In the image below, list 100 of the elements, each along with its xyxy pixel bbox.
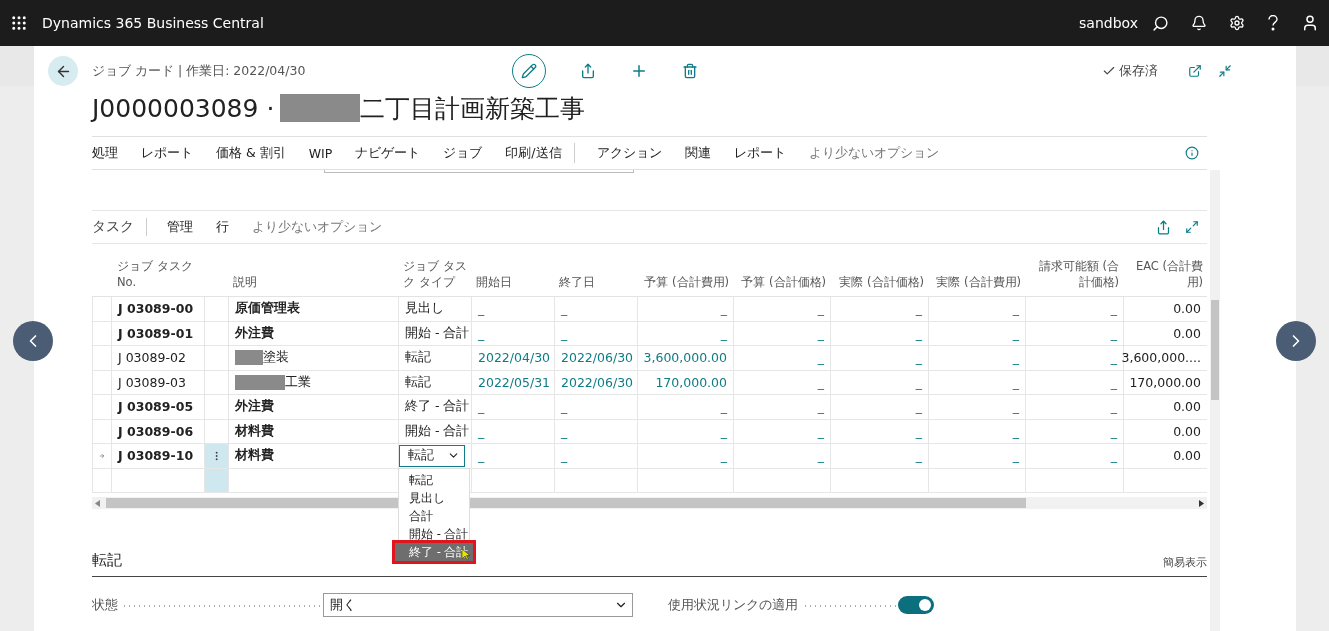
empty-value-link[interactable]: _ — [733, 321, 830, 346]
help-icon[interactable] — [1267, 15, 1279, 31]
empty-value-link[interactable]: _ — [928, 346, 1025, 371]
value-link[interactable]: 2022/05/31 — [471, 370, 554, 395]
empty-value-link[interactable]: _ — [554, 321, 637, 346]
action-menu-item[interactable]: 処理 — [92, 144, 118, 162]
empty-value-link[interactable]: _ — [471, 297, 554, 322]
expand-icon[interactable] — [1185, 220, 1199, 234]
empty-value-link[interactable]: _ — [1025, 395, 1123, 420]
column-header: ジョブ タスク タイプ — [398, 244, 471, 297]
account-icon[interactable] — [1301, 14, 1319, 32]
info-icon[interactable] — [1185, 146, 1199, 160]
empty-value-link[interactable]: _ — [554, 419, 637, 444]
part-action[interactable]: 管理 — [167, 218, 193, 236]
empty-value-link[interactable]: _ — [471, 395, 554, 420]
empty-value-link[interactable]: _ — [830, 444, 928, 469]
search-icon[interactable] — [1152, 14, 1169, 32]
notifications-icon[interactable] — [1191, 15, 1207, 31]
empty-value-link[interactable]: _ — [1025, 346, 1123, 371]
empty-value-link[interactable]: _ — [733, 370, 830, 395]
table-cell: 材料費 — [235, 422, 274, 440]
action-menu-item[interactable]: アクション — [596, 144, 662, 162]
next-record-button[interactable] — [1276, 321, 1316, 361]
row-selector-cell[interactable] — [204, 297, 228, 322]
back-button[interactable] — [48, 56, 78, 86]
action-menu-item[interactable]: レポート — [141, 144, 193, 162]
empty-value-link[interactable]: _ — [637, 395, 733, 420]
toggle-switch[interactable] — [898, 596, 934, 614]
action-menu-item[interactable]: WIP — [308, 145, 333, 161]
empty-value-link[interactable]: _ — [733, 444, 830, 469]
action-menu-item[interactable]: より少ないオプション — [808, 144, 939, 162]
row-selector-cell[interactable] — [204, 321, 228, 346]
empty-value-link[interactable]: _ — [733, 346, 830, 371]
action-menu-item[interactable]: レポート — [733, 144, 786, 162]
app-launcher-icon[interactable] — [10, 14, 28, 32]
empty-value-link[interactable]: _ — [471, 419, 554, 444]
row-selector-cell[interactable] — [204, 444, 228, 469]
action-menu-item[interactable]: 印刷/送信 — [505, 144, 562, 162]
collapse-icon[interactable] — [1218, 64, 1232, 78]
empty-value-link[interactable]: _ — [1025, 321, 1123, 346]
empty-value-link[interactable]: _ — [830, 297, 928, 322]
empty-value-link[interactable]: _ — [1025, 444, 1123, 469]
empty-value-link[interactable]: _ — [928, 444, 1025, 469]
table-cell: J 03089-00 — [111, 297, 204, 322]
empty-value-link[interactable]: _ — [830, 370, 928, 395]
empty-value-link[interactable]: _ — [928, 321, 1025, 346]
type-dropdown[interactable]: 転記 — [399, 444, 465, 467]
action-menu-item[interactable]: 価格 & 割引 — [216, 144, 286, 162]
empty-value-link[interactable]: _ — [637, 444, 733, 469]
empty-value-link[interactable]: _ — [928, 297, 1025, 322]
row-selector-cell[interactable] — [204, 346, 228, 371]
part-action[interactable]: より少ないオプション — [252, 218, 382, 236]
new-icon[interactable] — [630, 62, 648, 80]
value-link[interactable]: 2022/04/30 — [471, 346, 554, 371]
scroll-left-icon[interactable] — [95, 499, 100, 507]
empty-value-link[interactable]: _ — [554, 297, 637, 322]
empty-value-link[interactable]: _ — [1025, 419, 1123, 444]
part-title: タスク — [92, 218, 147, 236]
empty-value-link[interactable]: _ — [554, 395, 637, 420]
empty-value-link[interactable]: _ — [1025, 370, 1123, 395]
empty-value-link[interactable]: _ — [830, 419, 928, 444]
empty-value-link[interactable]: _ — [637, 419, 733, 444]
edit-button[interactable] — [512, 54, 546, 88]
empty-value-link[interactable]: _ — [637, 297, 733, 322]
value-link[interactable]: 3,600,000.00 — [637, 346, 733, 371]
row-selector-cell[interactable] — [204, 395, 228, 420]
empty-value-link[interactable]: _ — [733, 419, 830, 444]
delete-icon[interactable] — [682, 63, 698, 79]
table-cell: 見出し — [398, 297, 471, 322]
empty-value-link[interactable]: _ — [554, 444, 637, 469]
value-link[interactable]: 170,000.00 — [637, 370, 733, 395]
settings-icon[interactable] — [1229, 15, 1245, 31]
empty-value-link[interactable]: _ — [637, 321, 733, 346]
row-selector-cell[interactable] — [204, 370, 228, 395]
scroll-right-icon[interactable] — [1199, 499, 1204, 507]
previous-record-button[interactable] — [13, 321, 53, 361]
empty-value-link[interactable]: _ — [830, 346, 928, 371]
empty-value-link[interactable]: _ — [471, 321, 554, 346]
empty-value-link[interactable]: _ — [830, 395, 928, 420]
action-menu-item[interactable]: 関連 — [684, 144, 711, 162]
empty-value-link[interactable]: _ — [471, 444, 554, 469]
vertical-scrollbar[interactable] — [1210, 170, 1220, 631]
empty-value-link[interactable]: _ — [830, 321, 928, 346]
empty-value-link[interactable]: _ — [928, 370, 1025, 395]
table-cell: J 03089-05 — [111, 395, 204, 420]
empty-value-link[interactable]: _ — [733, 297, 830, 322]
empty-value-link[interactable]: _ — [928, 419, 1025, 444]
action-menu-item[interactable]: ジョブ — [443, 144, 483, 162]
open-new-window-icon[interactable] — [1188, 64, 1202, 78]
action-menu-item[interactable]: ナビゲート — [355, 144, 421, 162]
empty-value-link[interactable]: _ — [733, 395, 830, 420]
value-link[interactable]: 2022/06/30 — [554, 370, 637, 395]
value-link[interactable]: 2022/06/30 — [554, 346, 637, 371]
share-icon[interactable] — [580, 63, 596, 79]
status-dropdown[interactable]: 開く — [323, 593, 633, 617]
part-action[interactable]: 行 — [216, 218, 229, 236]
show-less-link[interactable]: 簡易表示 — [1163, 555, 1207, 570]
empty-value-link[interactable]: _ — [1025, 297, 1123, 322]
empty-value-link[interactable]: _ — [928, 395, 1025, 420]
share-icon[interactable] — [1156, 219, 1171, 235]
